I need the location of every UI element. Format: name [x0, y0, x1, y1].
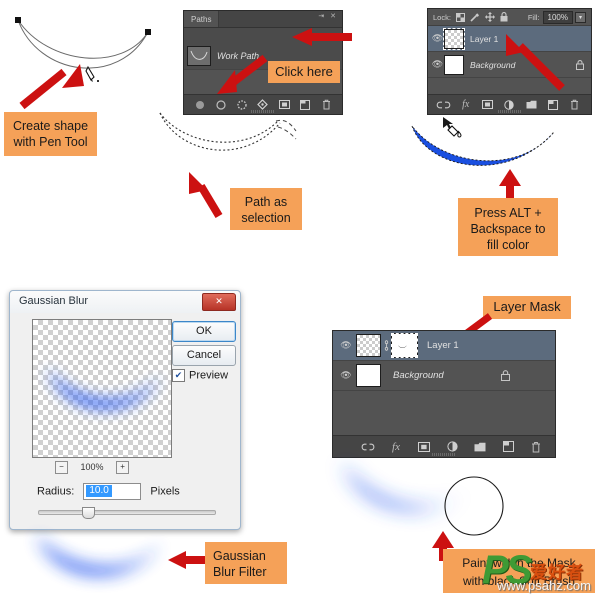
close-icon[interactable]: ✕	[202, 293, 236, 311]
radius-units: Pixels	[150, 485, 180, 498]
radius-value[interactable]: 10.0	[86, 485, 112, 497]
preview-checkbox-row[interactable]: ✔ Preview	[172, 369, 228, 382]
path-as-selection-illustration	[150, 105, 340, 180]
fill-label: Fill:	[527, 12, 540, 22]
arrow-to-work-path	[270, 26, 355, 48]
layers-panel-bottom[interactable]: 👁 Layer 1 👁 Background fx	[332, 330, 556, 458]
minus-icon[interactable]: −	[55, 461, 68, 474]
arrow-to-blurred-shape	[166, 548, 208, 572]
arrow-to-layer1	[492, 32, 572, 92]
plus-icon[interactable]: +	[116, 461, 130, 474]
callout-path-as-selection: Path as selection	[230, 188, 302, 230]
layer-style-fx-icon[interactable]: fx	[459, 98, 473, 112]
filled-blue-shape	[398, 118, 578, 188]
new-layer-icon[interactable]	[546, 98, 560, 112]
layer-name-label[interactable]: Background	[393, 370, 444, 381]
link-mask-icon[interactable]	[383, 340, 390, 351]
radius-slider-knob[interactable]	[82, 507, 95, 519]
layers-lock-bar[interactable]: Lock: Fill: 100% ▾	[428, 9, 591, 26]
cancel-button[interactable]: Cancel	[172, 345, 236, 366]
radius-input[interactable]: 10.0	[83, 483, 142, 500]
layer-row-layer1-masked[interactable]: 👁 Layer 1	[333, 331, 555, 361]
eye-visibility-icon[interactable]: 👁	[336, 370, 356, 381]
layer-mask-thumbnail[interactable]	[391, 333, 418, 358]
new-group-icon[interactable]	[524, 98, 538, 112]
callout-click-here: Click here	[268, 61, 340, 83]
paths-panel-window-icons[interactable]: ⇥ ✕	[318, 12, 338, 20]
transparent-layer-thumbnail[interactable]	[356, 334, 381, 357]
eye-visibility-icon[interactable]: 👁	[431, 59, 444, 70]
dialog-titlebar[interactable]: Gaussian Blur ✕	[10, 291, 240, 313]
layer-row-background[interactable]: 👁 Background	[333, 361, 555, 391]
callout-create-shape: Create shape with Pen Tool	[4, 112, 97, 156]
gaussian-blur-dialog[interactable]: Gaussian Blur ✕ OK Cancel ✔ Preview − 100…	[9, 290, 241, 530]
delete-layer-icon[interactable]	[568, 98, 582, 112]
ok-button[interactable]: OK	[172, 321, 236, 342]
radius-label: Radius:	[37, 485, 75, 498]
link-layers-icon[interactable]	[437, 98, 451, 112]
dialog-title: Gaussian Blur	[19, 295, 89, 307]
layer-name-label[interactable]: Layer 1	[427, 340, 459, 351]
tab-paths[interactable]: Paths	[184, 11, 220, 27]
lock-all-icon[interactable]	[500, 12, 508, 22]
callout-paint-mask: Paint within the Mask with black Soft Br…	[443, 549, 595, 593]
layers-panel-toolbar[interactable]: fx	[428, 94, 591, 114]
white-layer-thumbnail[interactable]	[444, 54, 464, 75]
delete-layer-icon[interactable]	[529, 440, 543, 454]
lock-label: Lock:	[433, 12, 451, 22]
preview-checkbox[interactable]: ✔	[172, 369, 185, 382]
blurred-blue-shape	[18, 524, 183, 596]
callout-gaussian-blur-filter: Gaussian Blur Filter	[205, 542, 287, 584]
blur-preview-area[interactable]	[32, 319, 172, 458]
paint-bucket-cursor	[441, 116, 465, 140]
callout-fill-color: Press ALT + Backspace to fill color	[458, 198, 558, 256]
arrow-to-selection-icon	[205, 52, 275, 97]
preview-zoom-controls[interactable]: − 100% +	[55, 461, 130, 474]
lock-icon	[501, 370, 510, 381]
chevron-down-icon[interactable]: ▾	[574, 11, 586, 23]
radius-slider-track[interactable]	[38, 510, 216, 515]
add-layer-mask-icon[interactable]	[481, 98, 495, 112]
eye-visibility-icon[interactable]: 👁	[431, 33, 444, 44]
soft-brush-circle-cursor	[443, 475, 505, 537]
eye-visibility-icon[interactable]: 👁	[336, 340, 356, 351]
panel-resize-grip[interactable]	[497, 110, 522, 113]
fill-value[interactable]: 100%	[542, 10, 573, 24]
transparent-layer-thumbnail[interactable]	[443, 27, 465, 50]
arrow-to-pen-path	[18, 62, 98, 112]
zoom-value: 100%	[80, 461, 104, 472]
lock-transparent-pixels-icon[interactable]	[455, 12, 465, 22]
white-layer-thumbnail[interactable]	[356, 364, 381, 387]
lock-icon	[576, 59, 584, 70]
radius-row[interactable]: Radius: 10.0 Pixels	[37, 483, 180, 500]
lock-position-icon[interactable]	[484, 12, 495, 22]
preview-label: Preview	[189, 369, 229, 382]
lock-image-pixels-icon[interactable]	[470, 12, 480, 22]
